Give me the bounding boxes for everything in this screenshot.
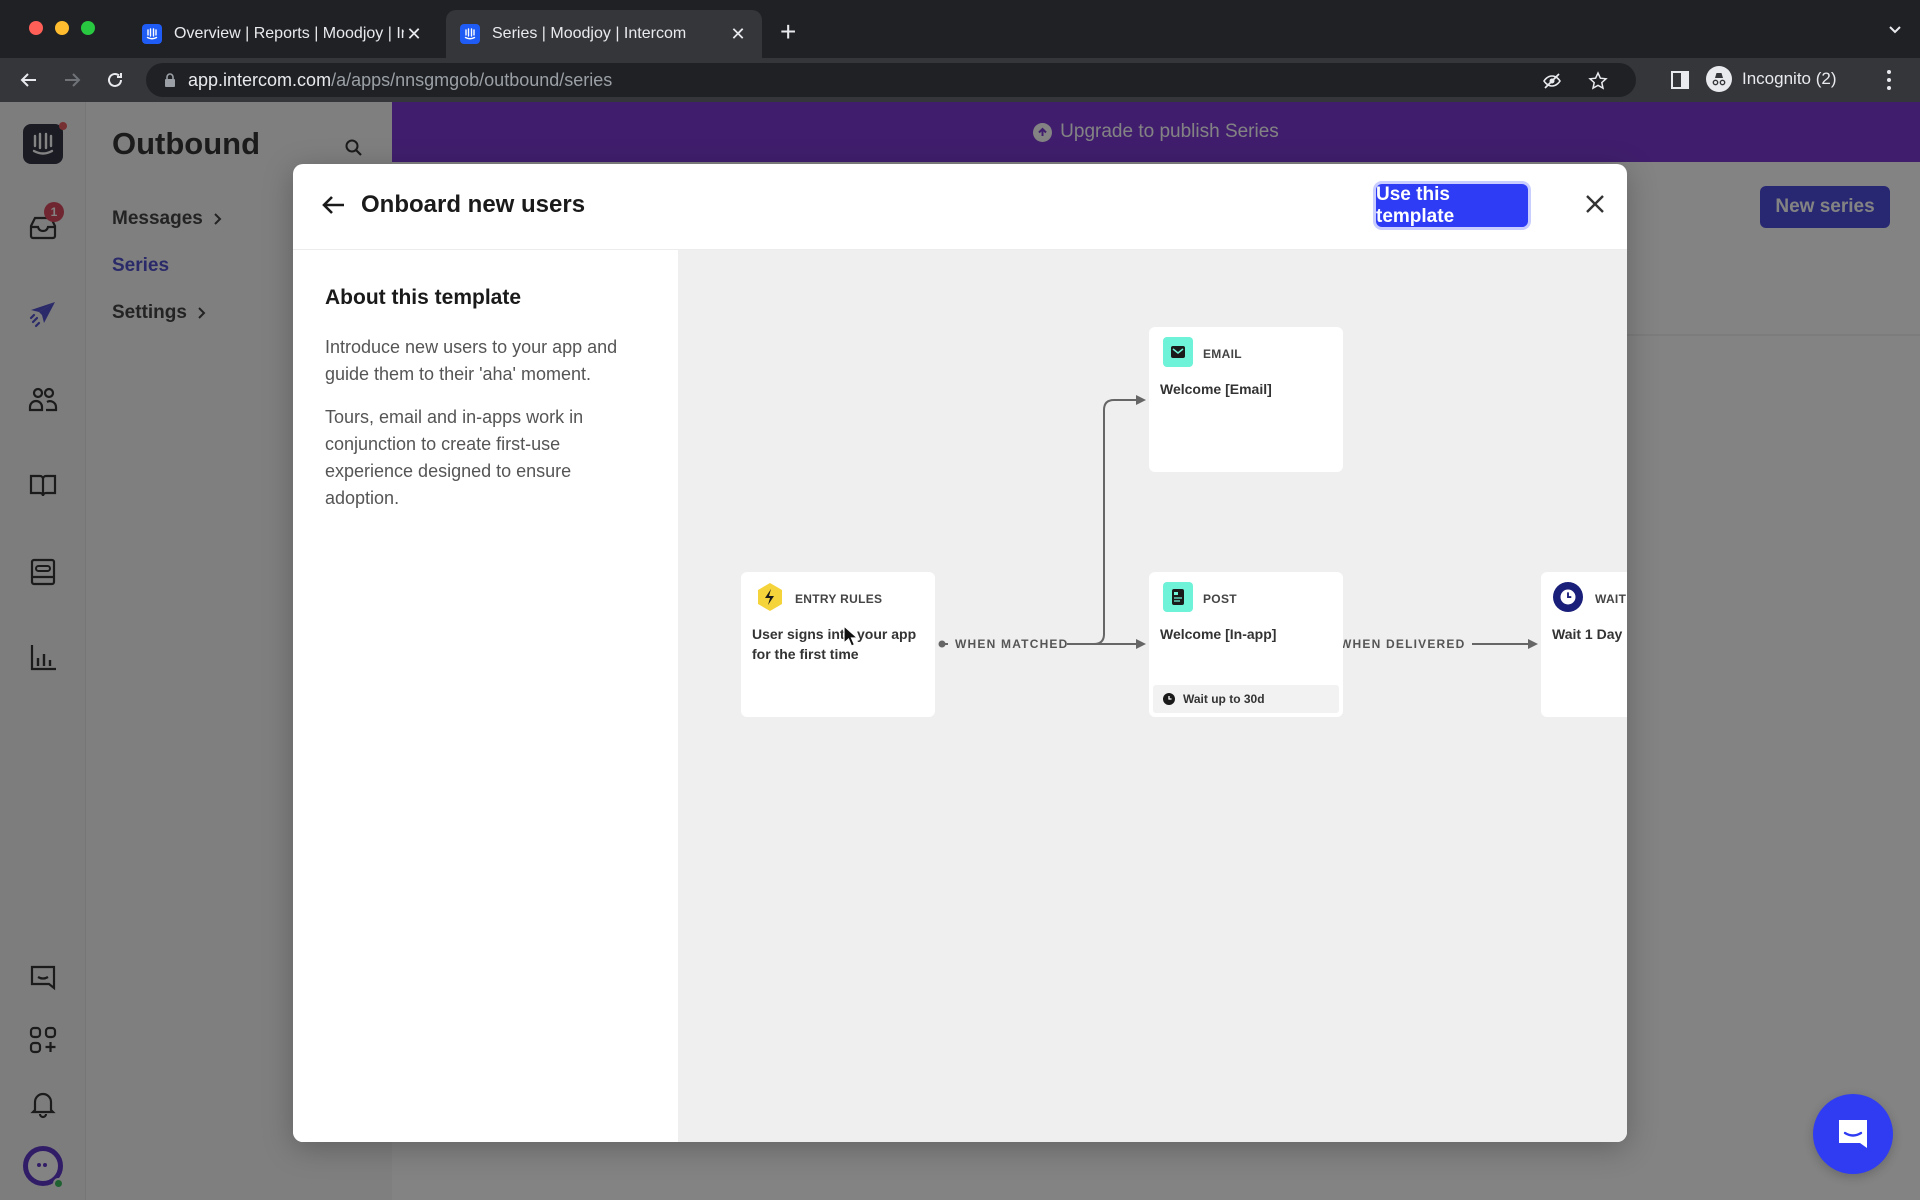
clock-icon (1163, 693, 1175, 705)
tab-close-icon[interactable]: ✕ (728, 24, 748, 45)
node-text: Wait 1 Day (1552, 626, 1623, 642)
about-heading: About this template (325, 286, 522, 309)
window-close-button[interactable] (29, 21, 43, 35)
incognito-profile-button[interactable]: Incognito (2) (1700, 62, 1851, 96)
envelope-icon (1163, 337, 1193, 367)
modal-title: Onboard new users (361, 191, 586, 218)
back-arrow-icon[interactable] (319, 190, 349, 220)
edge-label: WHEN DELIVERED (1340, 637, 1466, 651)
tab-title: Series | Moodjoy | Intercom (492, 25, 687, 42)
intercom-favicon-icon (460, 24, 480, 44)
messenger-chat-icon (1839, 1120, 1867, 1148)
new-tab-button[interactable]: + (780, 18, 796, 46)
node-wait-footer: Wait up to 30d (1153, 685, 1339, 713)
browser-toolbar: app.intercom.com/a/apps/nnsgmgob/outboun… (0, 58, 1920, 102)
post-icon (1163, 582, 1193, 612)
clock-icon (1553, 582, 1583, 612)
browser-menu-icon[interactable] (1886, 70, 1892, 90)
connector-line (1093, 399, 1136, 645)
window-maximize-button[interactable] (81, 21, 95, 35)
node-text: User signs into your app for the first t… (752, 626, 917, 662)
tab-search-chevron-icon[interactable] (1888, 22, 1902, 38)
tab-title: Overview | Reports | Moodjoy | Intercom (174, 25, 404, 42)
url-host: app.intercom.com (188, 69, 332, 90)
browser-tab-bar: Overview | Reports | Moodjoy | Intercom … (0, 0, 1920, 58)
flow-node-email[interactable]: EMAIL Welcome [Email] (1149, 327, 1343, 472)
node-type: POST (1203, 592, 1237, 606)
bookmark-star-icon[interactable] (1588, 71, 1608, 91)
node-type: ENTRY RULES (795, 592, 883, 606)
arrow-left-icon (20, 73, 36, 87)
arrow-right-icon (65, 73, 81, 87)
back-button[interactable] (15, 66, 43, 94)
node-text: Welcome [In-app] (1160, 626, 1277, 642)
profile-label: Incognito (2) (1742, 69, 1837, 88)
forward-button[interactable] (58, 66, 86, 94)
reload-button[interactable] (101, 66, 129, 94)
reload-icon (108, 72, 122, 87)
side-panel-icon[interactable] (1670, 70, 1690, 90)
browser-tab-series[interactable]: Series | Moodjoy | Intercom ✕ (446, 10, 762, 58)
mouse-cursor-icon (843, 625, 859, 647)
about-template-panel: About this template Introduce new users … (293, 250, 678, 1142)
url-path: /a/apps/nnsgmgob/outbound/series (331, 69, 613, 90)
wait-limit-text: Wait up to 30d (1183, 692, 1265, 706)
series-flow-canvas[interactable]: WHEN MATCHED WHEN DELIVERED ENTRY RULES … (678, 250, 1627, 1142)
arrowhead (1528, 639, 1538, 649)
modal-header: Onboard new users Use this template (293, 164, 1627, 250)
connector-dot (938, 640, 946, 648)
tab-close-icon[interactable]: ✕ (404, 24, 424, 45)
lock-icon (165, 73, 175, 87)
intercom-favicon-icon (142, 24, 162, 44)
close-icon[interactable] (1581, 190, 1609, 218)
about-paragraph: Introduce new users to your app and guid… (325, 337, 618, 384)
arrowhead (1136, 395, 1146, 405)
messenger-launcher-button[interactable] (1813, 1094, 1893, 1174)
browser-tab-overview[interactable]: Overview | Reports | Moodjoy | Intercom … (128, 10, 438, 58)
eye-off-icon[interactable] (1542, 71, 1562, 91)
flow-node-entry-rules[interactable]: ENTRY RULES User signs into your app for… (741, 572, 935, 717)
edge-label: WHEN MATCHED (955, 637, 1069, 651)
about-paragraph: Tours, email and in-apps work in conjunc… (325, 407, 584, 508)
node-type: EMAIL (1203, 347, 1242, 361)
address-bar[interactable]: app.intercom.com/a/apps/nnsgmgob/outboun… (146, 63, 1636, 97)
flow-node-wait[interactable]: WAIT Wait 1 Day (1541, 572, 1627, 717)
node-type: WAIT (1595, 592, 1627, 606)
template-preview-modal: Onboard new users Use this template Abou… (293, 164, 1627, 1142)
flow-node-post[interactable]: POST Welcome [In-app] Wait up to 30d (1149, 572, 1343, 717)
node-text: Welcome [Email] (1160, 381, 1272, 397)
arrowhead (1136, 639, 1146, 649)
incognito-icon (1706, 66, 1732, 92)
window-minimize-button[interactable] (55, 21, 69, 35)
use-template-button[interactable]: Use this template (1376, 184, 1528, 227)
lightning-icon (755, 582, 785, 612)
